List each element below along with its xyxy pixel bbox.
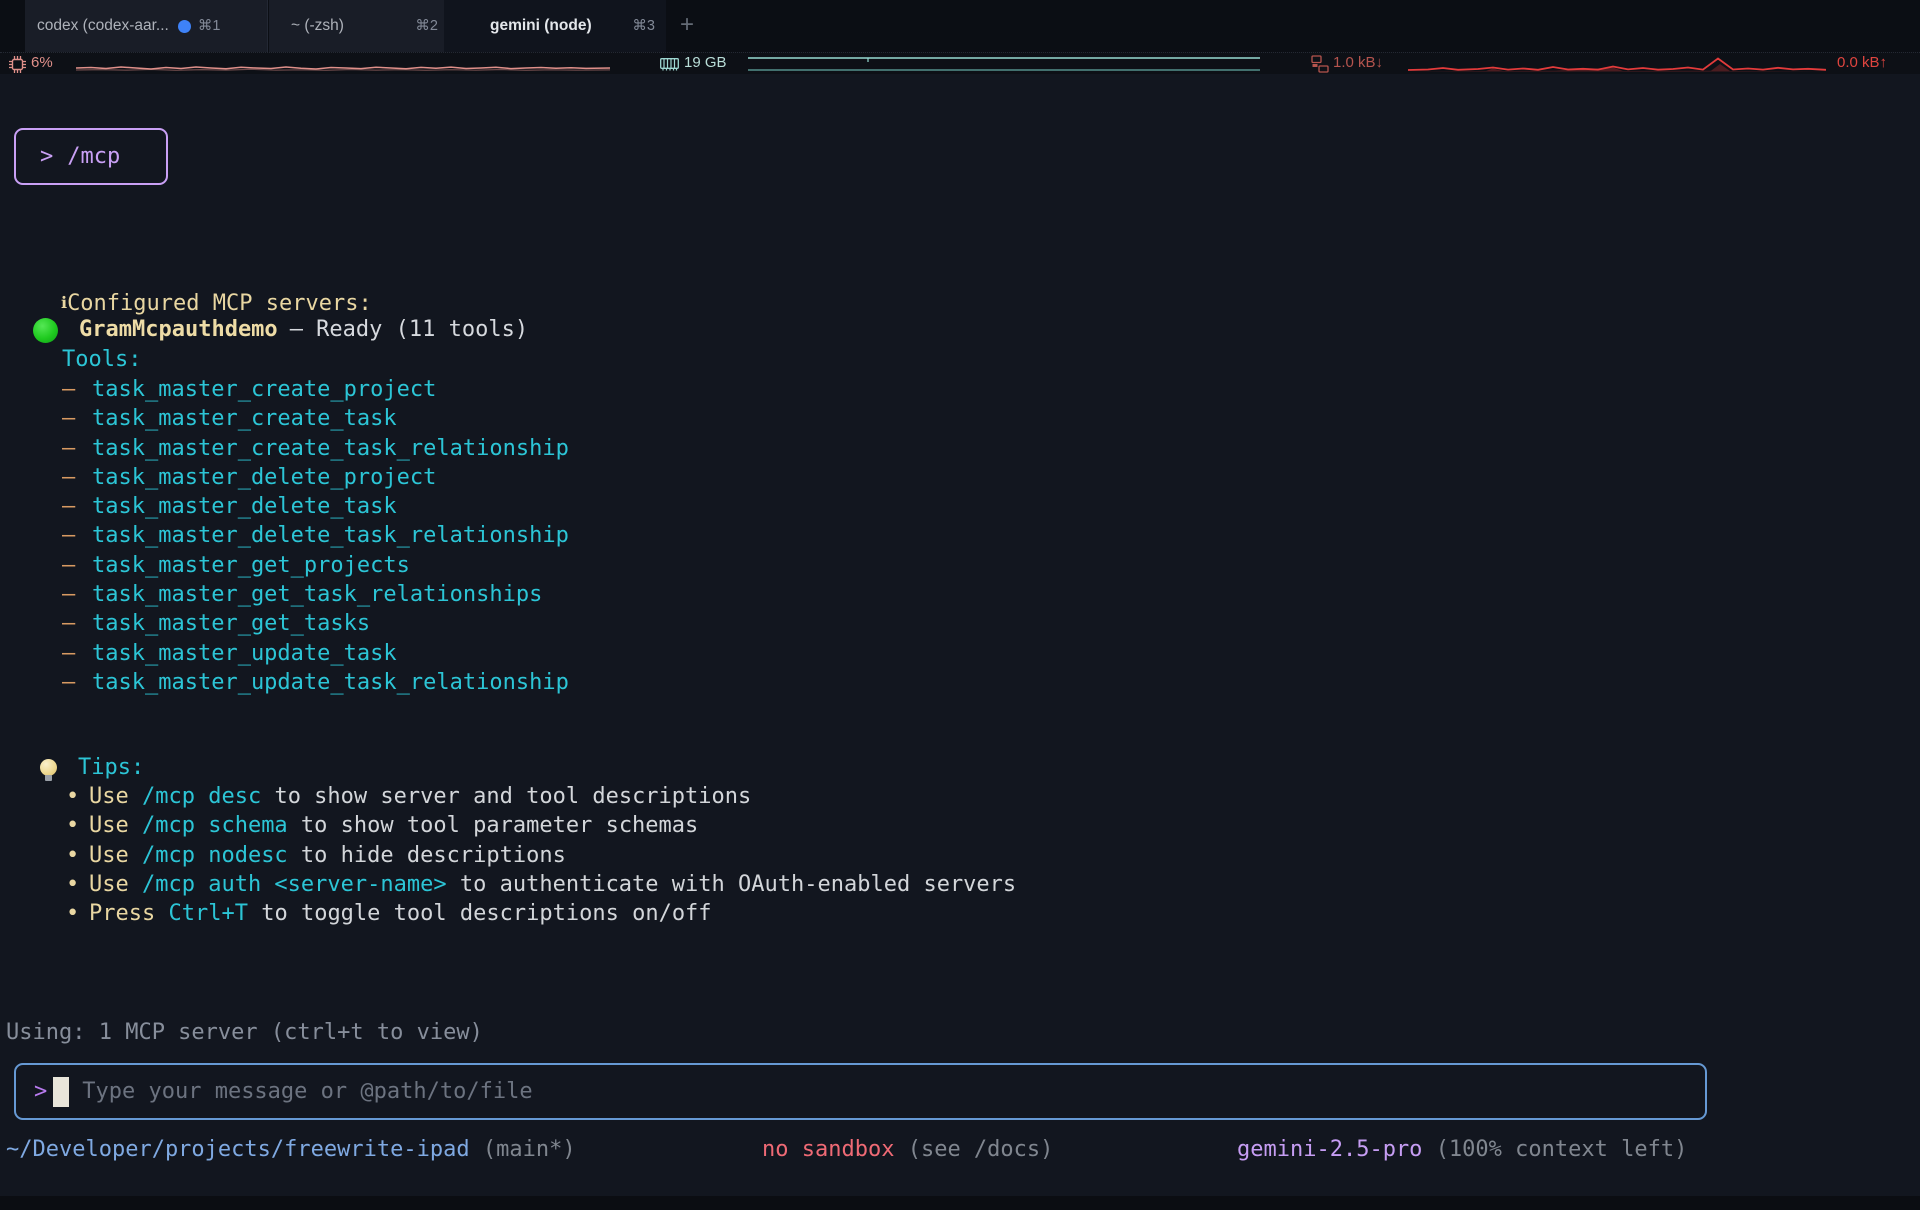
footer-model-group: gemini-2.5-pro (100% context left): [1237, 1135, 1687, 1165]
tool-list-item: –task_master_create_task: [0, 404, 900, 433]
network-upload-value: 0.0 kB↑: [1837, 54, 1887, 71]
footer-sandbox-group: no sandbox (see /docs): [762, 1135, 1053, 1165]
bottom-strip: [0, 1196, 1920, 1210]
tab-label: gemini (node): [490, 17, 592, 35]
tab-shortcut: ⌘2: [415, 18, 438, 34]
footer-path-group: ~/Developer/projects/freewrite-ipad (mai…: [6, 1135, 576, 1165]
tab-label: ~ (-zsh): [291, 17, 344, 35]
command-echo-box: > /mcp: [14, 128, 168, 185]
tip-list-item: •Use /mcp nodesc to hide descriptions: [0, 841, 1400, 870]
tip-list-item: •Use /mcp schema to show tool parameter …: [0, 811, 1400, 840]
memory-icon: [660, 57, 679, 71]
tool-list-item: –task_master_delete_project: [0, 463, 900, 492]
tool-list-item: –task_master_delete_task_relationship: [0, 521, 900, 550]
tab-shortcut: ⌘3: [632, 18, 655, 34]
mcp-server-row: GramMcpauthdemo – Ready (11 tools): [0, 314, 900, 346]
tool-list-item: –task_master_get_task_relationships: [0, 580, 900, 609]
mcp-header-text: Configured MCP servers:: [67, 291, 372, 316]
tool-list-item: –task_master_create_task_relationship: [0, 434, 900, 463]
system-stats-bar: 6% 19 GB 1.0 kB↓ 0.0 kB↑: [0, 52, 1920, 74]
tool-list-item: –task_master_get_projects: [0, 551, 900, 580]
context-left: (100% context left): [1436, 1137, 1688, 1162]
tool-list-item: –task_master_get_tasks: [0, 609, 900, 638]
tab-bar: codex (codex-aar... ⌘1 ~ (-zsh) ⌘2 gemin…: [0, 0, 1920, 52]
input-prompt: >: [34, 1079, 47, 1104]
memory-usage-value: 19 GB: [684, 54, 727, 71]
tab-gemini-active[interactable]: gemini (node) ⌘3: [444, 0, 666, 52]
tab-label: codex (codex-aar...: [37, 17, 169, 35]
input-placeholder: Type your message or @path/to/file: [82, 1079, 532, 1104]
server-ready-status-icon: [33, 318, 58, 343]
tab-codex[interactable]: codex (codex-aar... ⌘1: [25, 0, 268, 52]
message-input[interactable]: > Type your message or @path/to/file: [14, 1063, 1707, 1120]
cpu-sparkline: [76, 56, 610, 73]
server-name: GramMcpauthdemo: [79, 315, 278, 345]
network-download-value: 1.0 kB↓: [1333, 54, 1383, 71]
tools-label: Tools:: [62, 345, 141, 375]
sandbox-hint: (see /docs): [908, 1137, 1054, 1162]
terminal-window: codex (codex-aar... ⌘1 ~ (-zsh) ⌘2 gemin…: [0, 0, 1920, 1210]
tips-header: Tips:: [40, 752, 144, 782]
working-directory: ~/Developer/projects/freewrite-ipad: [6, 1137, 470, 1162]
tool-list-item: –task_master_create_project: [0, 375, 900, 404]
new-tab-button[interactable]: +: [672, 10, 702, 40]
tip-list-item: •Use /mcp desc to show server and tool d…: [0, 782, 1400, 811]
lightbulb-icon: [40, 759, 57, 776]
cpu-icon: [9, 56, 26, 73]
tool-list-item: –task_master_update_task_relationship: [0, 668, 900, 697]
tips-label: Tips:: [78, 755, 144, 780]
network-icon: [1311, 55, 1329, 73]
tab-zsh[interactable]: ~ (-zsh) ⌘2: [269, 0, 444, 52]
activity-dot-icon: [178, 20, 191, 33]
server-status: – Ready (11 tools): [290, 315, 528, 345]
tips-list: •Use /mcp desc to show server and tool d…: [0, 782, 1400, 929]
tip-list-item: •Press Ctrl+T to toggle tool description…: [0, 899, 1400, 928]
command-text: /mcp: [67, 144, 120, 169]
text-cursor: [53, 1077, 69, 1107]
tip-list-item: •Use /mcp auth <server-name> to authenti…: [0, 870, 1400, 899]
git-branch: (main*): [483, 1137, 576, 1162]
tool-list-item: –task_master_delete_task: [0, 492, 900, 521]
memory-sparkline: [748, 55, 1260, 73]
command-prompt: >: [40, 144, 53, 169]
network-sparkline: [1408, 55, 1826, 73]
cpu-usage-value: 6%: [31, 54, 53, 71]
tool-list-item: –task_master_update_task: [0, 639, 900, 668]
tools-list: –task_master_create_project–task_master_…: [0, 375, 900, 697]
mcp-summary-line: Using: 1 MCP server (ctrl+t to view): [6, 1018, 483, 1048]
tab-shortcut: ⌘1: [198, 18, 221, 34]
sandbox-status: no sandbox: [762, 1137, 894, 1162]
model-name: gemini-2.5-pro: [1237, 1137, 1422, 1162]
